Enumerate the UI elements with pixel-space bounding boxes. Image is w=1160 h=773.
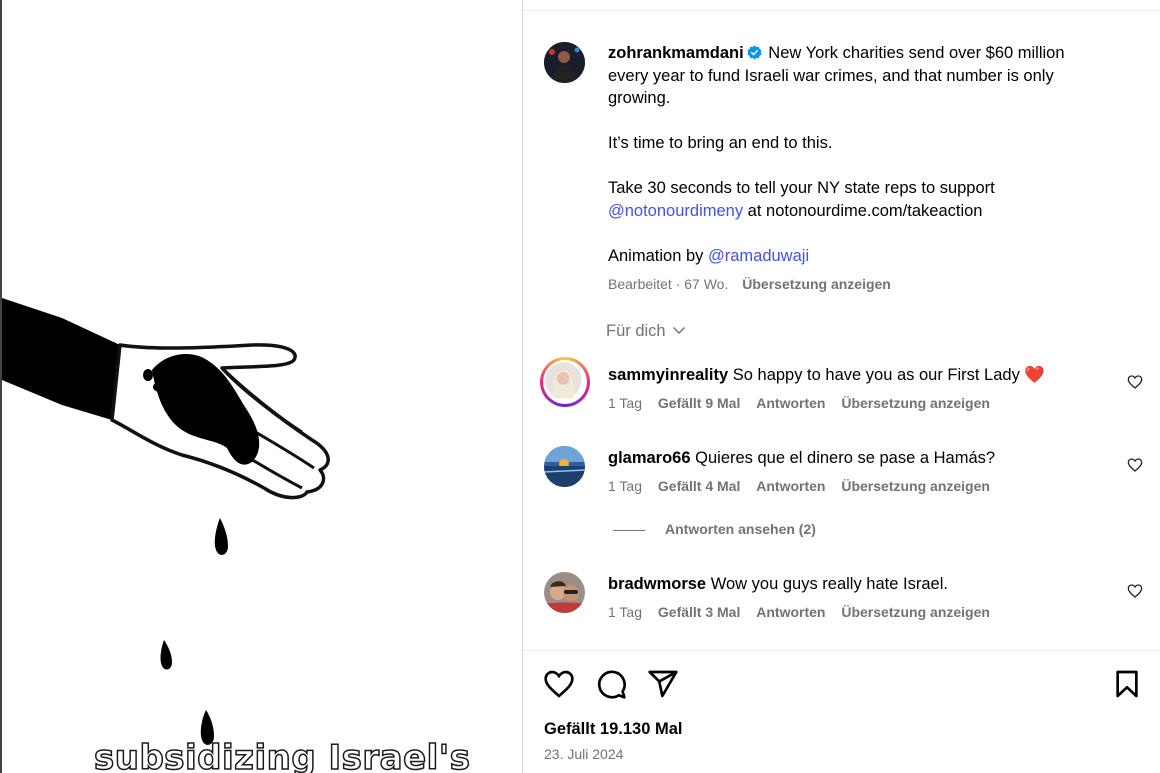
comment-time: 1 Tag xyxy=(608,604,642,620)
comment-text: sammyinreality So happy to have you as o… xyxy=(608,364,1045,386)
view-replies-label: Antworten ansehen (2) xyxy=(665,521,816,537)
mention-link-ramaduwaji[interactable]: @ramaduwaji xyxy=(708,247,809,265)
comment-time: 1 Tag xyxy=(608,478,642,494)
actions-divider xyxy=(523,650,1160,651)
commenter-avatar[interactable] xyxy=(544,572,585,613)
hand-dripping-illustration xyxy=(2,298,330,745)
translate-button[interactable]: Übersetzung anzeigen xyxy=(841,478,990,494)
comment-sort-label: Für dich xyxy=(606,322,666,340)
post-like-count[interactable]: Gefällt 19.130 Mal xyxy=(544,720,683,739)
verified-badge-icon xyxy=(747,45,762,60)
post-media[interactable]: subsidizing Israel's xyxy=(0,0,522,773)
comment-bubble-icon[interactable] xyxy=(595,668,627,700)
comment-body: Wow you guys really hate Israel. xyxy=(710,575,948,593)
caption-text-4: Animation by xyxy=(608,246,704,265)
like-comment-heart-icon[interactable] xyxy=(1127,583,1143,599)
comment-likes[interactable]: Gefällt 4 Mal xyxy=(658,478,740,494)
comment-likes[interactable]: Gefällt 3 Mal xyxy=(658,604,740,620)
comment-sort-dropdown[interactable]: Für dich xyxy=(606,322,686,341)
comment-meta: 1 Tag Gefällt 9 Mal Antworten Übersetzun… xyxy=(608,394,1002,412)
like-heart-icon[interactable] xyxy=(543,668,575,700)
comment-text: glamaro66 Quieres que el dinero se pase … xyxy=(608,447,995,469)
view-replies-button[interactable]: Antworten ansehen (2) xyxy=(613,521,816,537)
reply-button[interactable]: Antworten xyxy=(756,395,825,411)
translate-button[interactable]: Übersetzung anzeigen xyxy=(841,395,990,411)
comment-meta: 1 Tag Gefällt 3 Mal Antworten Übersetzun… xyxy=(608,603,1002,621)
video-caption-overlay: subsidizing Israel's xyxy=(93,737,471,773)
caption-meta: Bearbeitet · 67 Wo. Übersetzung anzeigen xyxy=(608,275,891,293)
caption-translate-button[interactable]: Übersetzung anzeigen xyxy=(742,276,891,292)
comment-body: So happy to have you as our First Lady ❤… xyxy=(732,366,1045,384)
post-date: 23. Juli 2024 xyxy=(544,746,624,762)
comment-likes[interactable]: Gefällt 9 Mal xyxy=(658,395,740,411)
comment-text: bradwmorse Wow you guys really hate Isra… xyxy=(608,573,948,595)
translate-button[interactable]: Übersetzung anzeigen xyxy=(841,604,990,620)
reply-button[interactable]: Antworten xyxy=(756,604,825,620)
comment-body: Quieres que el dinero se pase a Hamás? xyxy=(695,449,996,467)
like-comment-heart-icon[interactable] xyxy=(1127,457,1143,473)
save-bookmark-icon[interactable] xyxy=(1111,668,1143,700)
comments-panel: zohrankmamdani New York charities send o… xyxy=(523,0,1160,773)
replies-line xyxy=(613,529,645,531)
reply-button[interactable]: Antworten xyxy=(756,478,825,494)
commenter-username[interactable]: bradwmorse xyxy=(608,575,706,593)
header-divider xyxy=(523,10,1160,11)
chevron-down-icon xyxy=(673,327,686,334)
post-caption: zohrankmamdani New York charities send o… xyxy=(608,42,1108,267)
author-username[interactable]: zohrankmamdani xyxy=(608,44,744,62)
commenter-username[interactable]: glamaro66 xyxy=(608,449,691,467)
caption-text-2: It’s time to bring an end to this. xyxy=(608,134,833,152)
comment-meta: 1 Tag Gefällt 4 Mal Antworten Übersetzun… xyxy=(608,477,1002,495)
commenter-avatar[interactable] xyxy=(540,357,590,407)
mention-link-notonourdimeny[interactable]: @notonourdimeny xyxy=(608,202,743,220)
caption-text-3-tail: at notonourdime.com/takeaction xyxy=(747,201,983,220)
caption-text-3: Take 30 seconds to tell your NY state re… xyxy=(608,179,995,197)
comment-time: 1 Tag xyxy=(608,395,642,411)
commenter-avatar[interactable] xyxy=(544,446,585,487)
edited-timestamp: Bearbeitet · 67 Wo. xyxy=(608,276,729,292)
commenter-username[interactable]: sammyinreality xyxy=(608,366,728,384)
share-send-icon[interactable] xyxy=(647,668,679,700)
like-comment-heart-icon[interactable] xyxy=(1127,374,1143,390)
author-avatar[interactable] xyxy=(544,42,585,83)
